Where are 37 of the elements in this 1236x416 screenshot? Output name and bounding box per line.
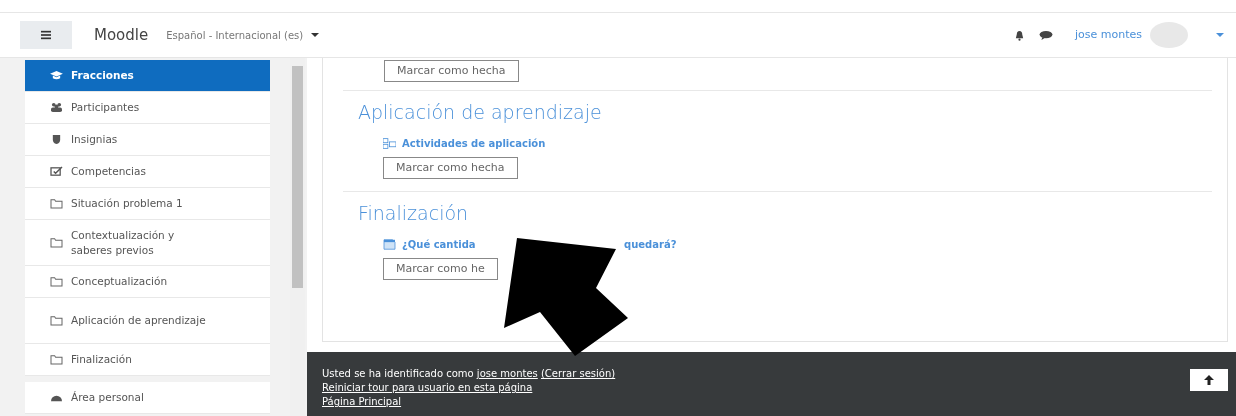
- section-title[interactable]: Aplicación de aprendizaje: [358, 101, 1212, 124]
- footer-link[interactable]: Reiniciar tour para usuario en esta página: [322, 382, 533, 393]
- login-text: Usted se ha identificado como: [322, 368, 475, 379]
- site-name[interactable]: Moodle: [94, 23, 149, 47]
- section-title[interactable]: Finalización: [358, 201, 1212, 225]
- mark-done-button[interactable]: Marcar como he: [383, 257, 498, 280]
- shield-icon: [50, 134, 63, 145]
- language-menu[interactable]: Español - Internacional (es): [166, 27, 320, 43]
- caret-icon: [1216, 33, 1224, 37]
- sidebar-item[interactable]: Finalización: [25, 344, 270, 376]
- sidebar-item[interactable]: Aplicación de aprendizaje: [25, 298, 270, 344]
- menu-button[interactable]: [20, 21, 72, 49]
- sidebar-item[interactable]: Conceptualización: [25, 266, 270, 298]
- sidebar-item[interactable]: Insignias: [25, 124, 270, 156]
- footer-link[interactable]: Página Principal: [322, 396, 402, 407]
- up-arrow-icon: [1204, 375, 1214, 385]
- user-profile-link[interactable]: jose montes: [476, 368, 538, 379]
- logout-link[interactable]: (Cerrar sesión): [540, 368, 616, 379]
- caret-icon: [311, 33, 320, 37]
- document-icon: [383, 238, 396, 250]
- menu-icon: [40, 30, 52, 40]
- chat-icon: [1039, 29, 1053, 41]
- user-name-link[interactable]: jose montes: [1075, 26, 1142, 44]
- graduation-cap-icon: [50, 70, 63, 81]
- checklist-icon: [50, 166, 63, 177]
- mark-done-button[interactable]: Marcar como hecha: [384, 60, 519, 82]
- sidebar-item[interactable]: Contextualización y saberes previos: [25, 220, 270, 266]
- back-to-top-button[interactable]: [1190, 369, 1228, 391]
- mark-done-button[interactable]: Marcar como hecha: [383, 156, 518, 179]
- sidebar-item[interactable]: Competencias: [25, 156, 270, 188]
- users-icon: [50, 102, 63, 113]
- sidebar-item[interactable]: Participantes: [25, 92, 270, 124]
- sidebar-item[interactable]: Situación problema 1: [25, 188, 270, 220]
- scrollbar-thumb[interactable]: [292, 66, 303, 288]
- bell-icon: [1014, 29, 1025, 41]
- sidebar-item[interactable]: Fracciones: [25, 60, 270, 92]
- sidebar-item[interactable]: Área personal: [25, 382, 270, 414]
